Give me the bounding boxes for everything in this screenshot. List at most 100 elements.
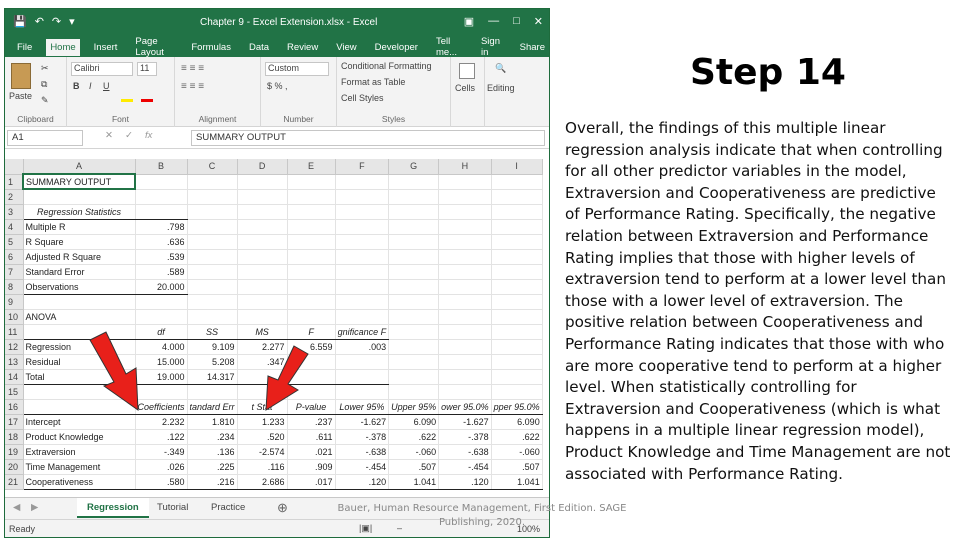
cell[interactable]: [335, 174, 390, 190]
cell[interactable]: [438, 249, 492, 265]
cell[interactable]: -.060: [491, 444, 543, 460]
cell[interactable]: [388, 174, 440, 190]
cell[interactable]: [335, 309, 390, 325]
row-header[interactable]: 4: [5, 219, 24, 235]
column-header[interactable]: H: [438, 159, 492, 175]
tab-formulas[interactable]: Formulas: [187, 39, 235, 56]
column-header[interactable]: F: [335, 159, 390, 175]
row-header[interactable]: 8: [5, 279, 24, 295]
cell[interactable]: 20.000: [135, 279, 188, 295]
sheet-tab-regression[interactable]: Regression: [77, 498, 149, 518]
cell[interactable]: -.060: [388, 444, 440, 460]
cell-styles-button[interactable]: Cell Styles: [341, 93, 384, 103]
cell[interactable]: .539: [135, 249, 188, 265]
cell[interactable]: [237, 249, 288, 265]
sheet-tab-tutorial[interactable]: Tutorial: [147, 498, 198, 518]
cell[interactable]: [287, 174, 336, 190]
cell[interactable]: .622: [388, 429, 440, 445]
cell[interactable]: [491, 204, 543, 220]
cell[interactable]: [335, 384, 390, 400]
cell[interactable]: [491, 174, 543, 190]
cell[interactable]: -.638: [335, 444, 390, 460]
cell[interactable]: .122: [135, 429, 188, 445]
font-name-select[interactable]: Calibri: [71, 62, 133, 76]
cell[interactable]: [438, 384, 492, 400]
cell[interactable]: [135, 189, 188, 205]
redo-icon[interactable]: ↷: [52, 15, 61, 28]
cell[interactable]: R Square: [23, 234, 136, 250]
cell[interactable]: [237, 309, 288, 325]
cell[interactable]: .909: [287, 459, 336, 475]
cell[interactable]: [388, 264, 440, 280]
cell[interactable]: 1.041: [388, 474, 440, 490]
cell[interactable]: [187, 384, 238, 400]
cell[interactable]: 6.090: [491, 414, 543, 430]
cell[interactable]: [438, 339, 492, 355]
cell[interactable]: [491, 264, 543, 280]
cell[interactable]: tandard Err: [187, 398, 238, 415]
close-icon[interactable]: ✕: [534, 15, 543, 28]
cell[interactable]: [287, 264, 336, 280]
cell[interactable]: .798: [135, 219, 188, 235]
cell[interactable]: [438, 294, 492, 310]
cell[interactable]: -1.627: [335, 414, 390, 430]
worksheet-table[interactable]: A B C D E F G H I 1 SUMMARY OUTPUT 2 3 Regre…: [5, 159, 543, 490]
row-header[interactable]: 21: [5, 474, 24, 490]
cell[interactable]: [491, 294, 543, 310]
row-header[interactable]: 6: [5, 249, 24, 265]
font-color-icon[interactable]: [141, 99, 153, 102]
tab-view[interactable]: View: [332, 39, 360, 56]
cell[interactable]: 1.041: [491, 474, 543, 490]
cell[interactable]: [335, 234, 390, 250]
cell[interactable]: [287, 279, 336, 295]
cell[interactable]: [287, 249, 336, 265]
cell[interactable]: [287, 204, 336, 220]
cell[interactable]: 2.686: [237, 474, 288, 490]
editing-button[interactable]: Editing: [487, 83, 515, 93]
cell[interactable]: [335, 249, 390, 265]
column-header[interactable]: B: [135, 159, 188, 175]
cell[interactable]: [388, 339, 440, 355]
cell[interactable]: -.349: [135, 444, 188, 460]
format-painter-icon[interactable]: ✎: [41, 95, 49, 106]
cell[interactable]: F: [287, 323, 336, 340]
cell[interactable]: [187, 279, 238, 295]
cell[interactable]: [438, 369, 492, 385]
cell[interactable]: [187, 189, 238, 205]
paste-icon[interactable]: [11, 63, 31, 89]
column-header[interactable]: I: [491, 159, 543, 175]
row-header[interactable]: 12: [5, 339, 24, 355]
conditional-formatting-button[interactable]: Conditional Formatting: [341, 61, 432, 71]
cell[interactable]: [187, 294, 238, 310]
fill-color-icon[interactable]: [121, 99, 133, 102]
cell[interactable]: [491, 249, 543, 265]
cell[interactable]: [491, 384, 543, 400]
cell[interactable]: [187, 234, 238, 250]
cell[interactable]: [388, 234, 440, 250]
cell[interactable]: pper 95.0%: [491, 398, 543, 415]
undo-icon[interactable]: ↶: [35, 15, 44, 28]
cell[interactable]: .120: [335, 474, 390, 490]
cell[interactable]: [388, 294, 440, 310]
worksheet-grid[interactable]: A B C D E F G H I 1 SUMMARY OUTPUT 2 3 Regre…: [5, 159, 549, 497]
cell[interactable]: Time Management: [23, 459, 136, 475]
column-header[interactable]: G: [388, 159, 440, 175]
tab-home[interactable]: Home: [46, 38, 80, 56]
cell[interactable]: [237, 189, 288, 205]
cell[interactable]: .622: [491, 429, 543, 445]
cell[interactable]: -.378: [438, 429, 492, 445]
cell[interactable]: [287, 219, 336, 235]
bold-button[interactable]: B: [73, 81, 80, 91]
cell[interactable]: Product Knowledge: [23, 429, 136, 445]
cell[interactable]: [491, 234, 543, 250]
cell[interactable]: 14.317: [187, 369, 238, 385]
cell[interactable]: [23, 189, 136, 205]
row-header[interactable]: 17: [5, 414, 24, 430]
cell[interactable]: [491, 189, 543, 205]
row-header[interactable]: 1: [5, 174, 24, 190]
cell[interactable]: [438, 189, 492, 205]
cell[interactable]: .507: [388, 459, 440, 475]
cell[interactable]: [287, 189, 336, 205]
cell[interactable]: [491, 219, 543, 235]
row-header[interactable]: 19: [5, 444, 24, 460]
